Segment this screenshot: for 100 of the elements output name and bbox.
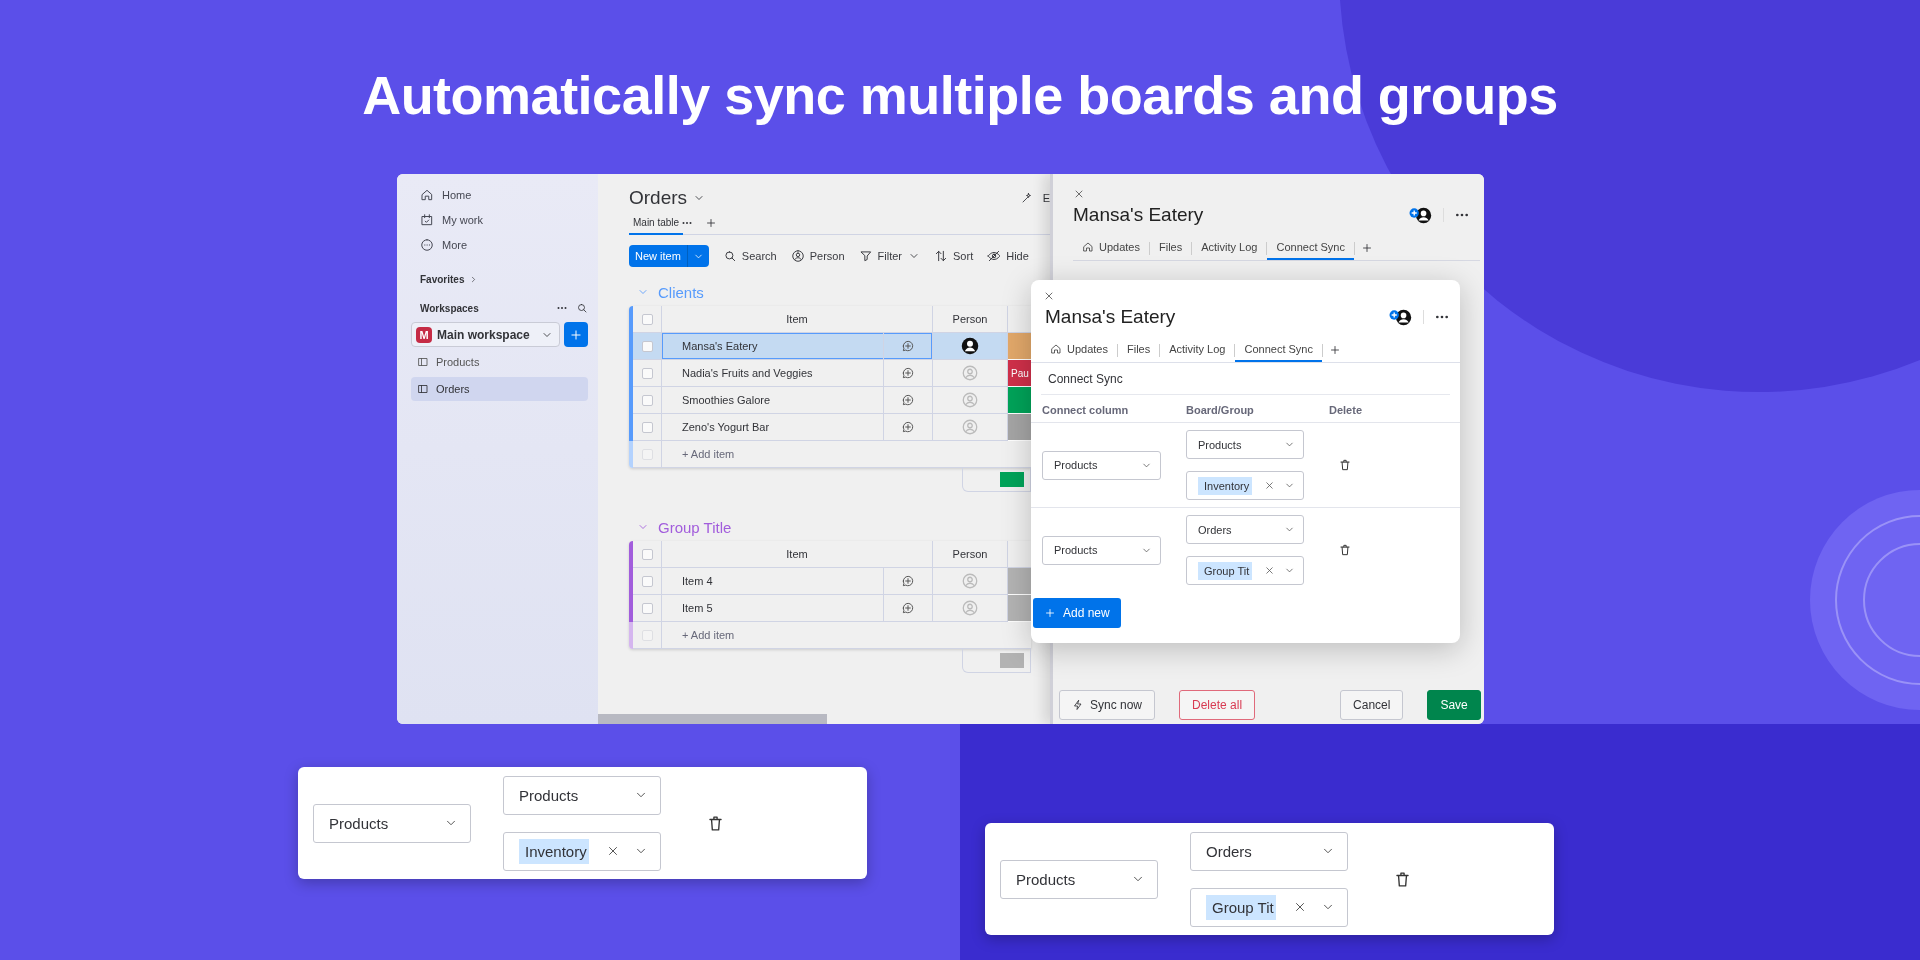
avatar-icon[interactable] — [961, 337, 979, 355]
tab[interactable]: Connect Sync — [1267, 236, 1354, 260]
nav-item[interactable]: My work — [411, 207, 588, 232]
status-cell[interactable] — [1008, 414, 1031, 441]
delete-all-button[interactable]: Delete all — [1179, 690, 1256, 720]
sync-now-button[interactable]: Sync now — [1059, 690, 1156, 720]
filter-icon — [858, 249, 873, 263]
column-dropdown[interactable]: Products — [313, 803, 471, 843]
board-dropdown[interactable]: Products — [1186, 430, 1304, 459]
item-name[interactable]: Item 4 — [662, 568, 884, 595]
toolbar-action[interactable]: Person — [790, 249, 845, 263]
tab[interactable]: Activity Log — [1160, 338, 1235, 362]
add-update-icon[interactable] — [901, 366, 915, 380]
headline: Automatically sync multiple boards and groups — [361, 64, 1559, 127]
checkbox[interactable] — [641, 367, 653, 379]
clear-icon[interactable] — [1264, 480, 1275, 491]
dialog-title: Mansa's Eatery — [1045, 306, 1176, 328]
search-icon[interactable] — [576, 302, 588, 314]
add-tab-icon[interactable] — [1328, 344, 1341, 356]
toolbar-action[interactable]: Search — [722, 249, 777, 263]
status-cell[interactable] — [1008, 568, 1031, 595]
group-dropdown[interactable]: Group Tit — [1186, 556, 1304, 585]
item-name[interactable]: Item 5 — [662, 595, 884, 622]
save-button[interactable]: Save — [1427, 690, 1481, 720]
column-dropdown[interactable]: Products — [1042, 535, 1161, 565]
add-update-icon[interactable] — [901, 574, 915, 588]
board-icon — [417, 383, 429, 395]
tab[interactable]: Connect Sync — [1235, 338, 1322, 362]
checkbox[interactable] — [641, 340, 653, 352]
checkbox[interactable] — [641, 421, 653, 433]
add-subscriber-icon[interactable] — [1409, 206, 1433, 224]
view-tab[interactable]: Main table — [629, 211, 684, 235]
tab[interactable]: Files — [1150, 236, 1192, 260]
clear-icon[interactable] — [1264, 565, 1275, 576]
status-cell[interactable] — [1008, 595, 1031, 622]
tab[interactable]: Updates — [1041, 338, 1117, 362]
item-name[interactable]: Smoothies Galore — [662, 387, 884, 414]
item-name[interactable]: Zeno's Yogurt Bar — [662, 414, 884, 441]
status-cell[interactable] — [1008, 333, 1031, 360]
nav-item[interactable]: Home — [411, 182, 588, 207]
status-cell[interactable] — [1008, 387, 1031, 414]
column-dropdown[interactable]: Products — [1042, 450, 1161, 480]
group-dropdown[interactable]: Inventory — [1186, 471, 1304, 500]
checkbox[interactable] — [641, 602, 653, 614]
checkbox[interactable] — [641, 313, 653, 325]
status-cell[interactable]: Pau — [1008, 360, 1031, 387]
board-item[interactable]: Orders — [411, 377, 588, 401]
wand-icon[interactable] — [1020, 192, 1033, 204]
column-header: Delete — [1329, 404, 1364, 416]
add-update-icon[interactable] — [901, 601, 915, 615]
group-title[interactable]: Group Title — [658, 518, 732, 536]
home-icon — [420, 187, 434, 202]
add-update-icon[interactable] — [901, 420, 915, 434]
more-icon — [420, 237, 434, 252]
group-dropdown[interactable]: Group Tit — [1190, 887, 1348, 927]
item-name[interactable]: Nadia's Fruits and Veggies — [662, 360, 884, 387]
trash-icon[interactable] — [1393, 869, 1412, 889]
group-dropdown[interactable]: Inventory — [503, 831, 661, 871]
person-icon — [790, 249, 805, 263]
favorites-label[interactable]: Favorites — [420, 273, 465, 285]
nav-item[interactable]: More — [411, 232, 588, 257]
board-dropdown[interactable]: Orders — [1186, 515, 1304, 544]
trash-icon[interactable] — [1338, 543, 1352, 557]
home-icon — [1082, 241, 1094, 253]
column-dropdown[interactable]: Products — [1000, 859, 1158, 899]
item-name[interactable]: Mansa's Eatery — [662, 333, 884, 360]
new-item-button[interactable]: New item — [629, 245, 709, 267]
scrollbar[interactable] — [598, 714, 827, 724]
tab[interactable]: Updates — [1073, 236, 1149, 260]
add-tab-icon[interactable] — [1360, 242, 1373, 254]
add-button[interactable] — [564, 322, 588, 347]
close-icon[interactable] — [1073, 188, 1085, 200]
board-dropdown[interactable]: Products — [503, 775, 661, 815]
board-icon — [417, 356, 429, 368]
item-title: Mansa's Eatery — [1073, 204, 1204, 226]
checkbox[interactable] — [641, 548, 653, 560]
close-icon[interactable] — [1043, 290, 1055, 302]
workspace-dropdown[interactable]: M Main workspace — [411, 322, 560, 347]
trash-icon[interactable] — [706, 813, 725, 833]
board-dropdown[interactable]: Orders — [1190, 831, 1348, 871]
trash-icon[interactable] — [1338, 458, 1352, 472]
clear-icon[interactable] — [606, 844, 620, 858]
board-item[interactable]: Products — [411, 350, 588, 374]
add-subscriber-icon[interactable] — [1389, 308, 1413, 326]
add-view-icon[interactable] — [705, 217, 718, 229]
checkbox[interactable] — [641, 575, 653, 587]
add-new-button[interactable]: Add new — [1033, 598, 1121, 628]
clear-icon[interactable] — [1293, 900, 1307, 914]
column-header: Person — [933, 541, 1008, 568]
toolbar-action[interactable]: Hide — [987, 249, 1029, 263]
add-update-icon[interactable] — [901, 393, 915, 407]
tab[interactable]: Activity Log — [1192, 236, 1267, 260]
cancel-button[interactable]: Cancel — [1340, 690, 1404, 720]
add-update-icon[interactable] — [901, 339, 915, 353]
home-icon — [1050, 343, 1062, 355]
toolbar-action[interactable]: Filter — [858, 249, 902, 263]
toolbar-action[interactable]: Sort — [934, 249, 974, 263]
plus-icon — [1044, 607, 1056, 619]
checkbox[interactable] — [641, 394, 653, 406]
tab[interactable]: Files — [1118, 338, 1160, 362]
